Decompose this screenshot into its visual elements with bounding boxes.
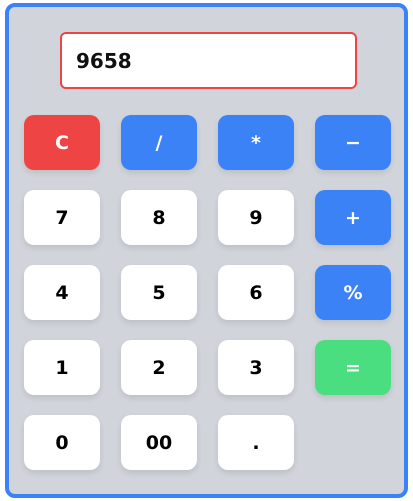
calculator-frame: C / * − 7 8 9 + 4 5 6 % 1 2 3 = 0 00 . — [5, 3, 408, 498]
digit-8-button[interactable]: 8 — [121, 190, 197, 245]
keypad: C / * − 7 8 9 + 4 5 6 % 1 2 3 = 0 00 . — [24, 115, 391, 470]
digit-6-button[interactable]: 6 — [218, 265, 294, 320]
digit-0-button[interactable]: 0 — [24, 415, 100, 470]
double-zero-button[interactable]: 00 — [121, 415, 197, 470]
digit-4-button[interactable]: 4 — [24, 265, 100, 320]
add-button[interactable]: + — [315, 190, 391, 245]
digit-2-button[interactable]: 2 — [121, 340, 197, 395]
decimal-button[interactable]: . — [218, 415, 294, 470]
digit-5-button[interactable]: 5 — [121, 265, 197, 320]
percent-button[interactable]: % — [315, 265, 391, 320]
clear-button[interactable]: C — [24, 115, 100, 170]
divide-button[interactable]: / — [121, 115, 197, 170]
digit-7-button[interactable]: 7 — [24, 190, 100, 245]
calculator-display[interactable] — [60, 32, 357, 89]
multiply-button[interactable]: * — [218, 115, 294, 170]
digit-9-button[interactable]: 9 — [218, 190, 294, 245]
digit-1-button[interactable]: 1 — [24, 340, 100, 395]
empty-key-slot — [315, 415, 391, 470]
digit-3-button[interactable]: 3 — [218, 340, 294, 395]
equals-button[interactable]: = — [315, 340, 391, 395]
subtract-button[interactable]: − — [315, 115, 391, 170]
